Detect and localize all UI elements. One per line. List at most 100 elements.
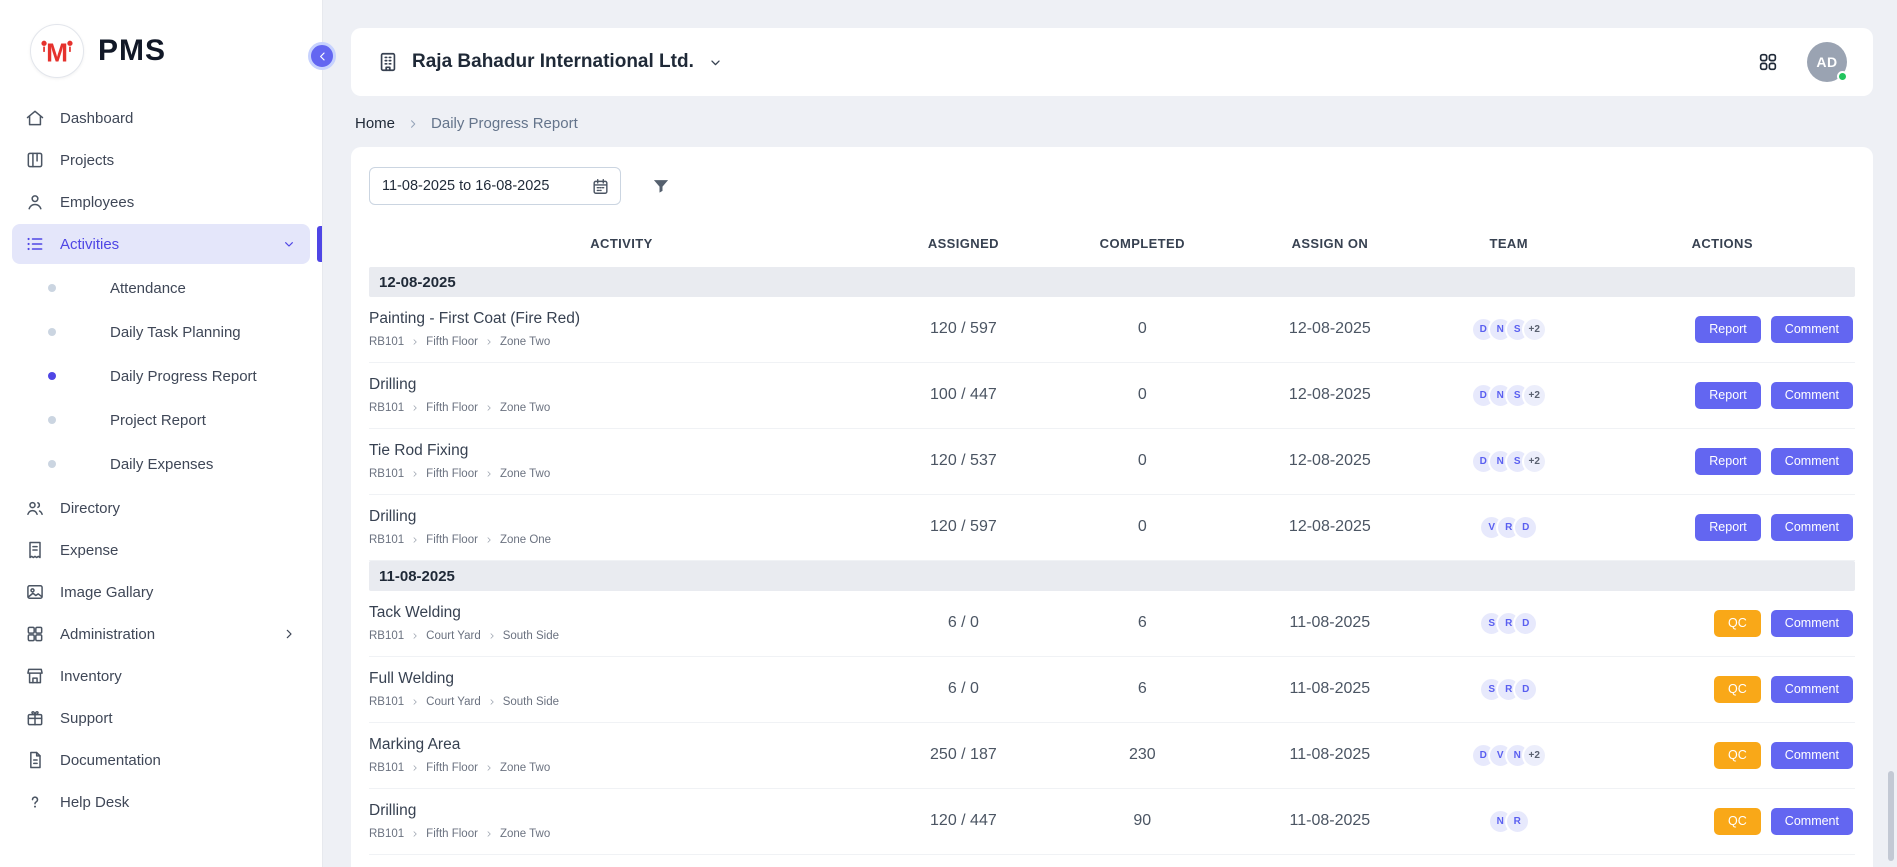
sidebar-item-support[interactable]: Support xyxy=(12,698,310,738)
building-icon xyxy=(377,51,399,73)
home-icon xyxy=(25,108,45,128)
sidebar-item-projects[interactable]: Projects xyxy=(12,140,310,180)
activity-cell: Marking AreaRB101Fifth FloorZone Two xyxy=(369,736,874,774)
sidebar-item-label: Expense xyxy=(60,542,118,559)
path-segment: Zone Two xyxy=(500,402,550,414)
team-member-avatar: D xyxy=(1513,611,1538,636)
assigned-value: 100 / 447 xyxy=(874,386,1053,404)
path-segment: South Side xyxy=(503,630,559,642)
chevron-right-icon xyxy=(410,631,420,641)
completed-value: 6 xyxy=(1053,614,1232,632)
path-segment: RB101 xyxy=(369,696,404,708)
sidebar-subitem-attendance[interactable]: Attendance xyxy=(12,266,310,310)
comment-button[interactable]: Comment xyxy=(1771,316,1853,343)
chevron-right-icon xyxy=(484,829,494,839)
sidebar-subitem-daily-expenses[interactable]: Daily Expenses xyxy=(12,442,310,486)
sidebar-item-image-gallary[interactable]: Image Gallary xyxy=(12,572,310,612)
chevron-right-icon xyxy=(281,626,297,642)
activity-row: Full WeldingRB101Court YardSouth Side6 /… xyxy=(369,657,1855,723)
sidebar-item-documentation[interactable]: Documentation xyxy=(12,740,310,780)
path-segment: RB101 xyxy=(369,534,404,546)
qc-button[interactable]: QC xyxy=(1714,808,1761,835)
comment-button[interactable]: Comment xyxy=(1771,382,1853,409)
activity-location-path: RB101Fifth FloorZone Two xyxy=(369,468,874,480)
column-header-activity: ACTIVITY xyxy=(369,236,874,251)
path-segment: Zone One xyxy=(500,534,551,546)
activity-cell: Tie Rod FixingRB101Fifth FloorZone Two xyxy=(369,442,874,480)
comment-button[interactable]: Comment xyxy=(1771,610,1853,637)
assign-on-value: 12-08-2025 xyxy=(1232,320,1428,338)
sidebar-item-expense[interactable]: Expense xyxy=(12,530,310,570)
comment-button[interactable]: Comment xyxy=(1771,514,1853,541)
activity-location-path: RB101 Fifth Floor Zone Two xyxy=(369,402,874,414)
table-body: 12-08-2025Painting - First Coat (Fire Re… xyxy=(369,267,1855,855)
sidebar: M PMS DashboardProjectsEmployeesActiviti… xyxy=(0,0,323,867)
chevron-right-icon xyxy=(410,763,420,773)
apps-grid-icon[interactable] xyxy=(1757,51,1779,73)
team-overflow-badge: +2 xyxy=(1522,743,1547,768)
path-segment: Fifth Floor xyxy=(426,402,478,414)
path-segment: Fifth Floor xyxy=(426,336,478,348)
sidebar-item-administration[interactable]: Administration xyxy=(12,614,310,654)
bullet-dot xyxy=(48,460,56,468)
content-card: ACTIVITYASSIGNEDCOMPLETEDASSIGN ONTEAMAC… xyxy=(351,147,1873,867)
row-actions: Report Comment xyxy=(1590,448,1855,475)
qc-button[interactable]: QC xyxy=(1714,742,1761,769)
calendar-icon[interactable] xyxy=(591,177,610,196)
app-name: PMS xyxy=(98,34,166,68)
path-segment: Fifth Floor xyxy=(426,762,478,774)
sidebar-subitem-project-report[interactable]: Project Report xyxy=(12,398,310,442)
bullet-dot xyxy=(48,372,56,380)
assign-on-value: 12-08-2025 xyxy=(1232,452,1428,470)
team-avatars: DVN+2 xyxy=(1428,743,1590,768)
sidebar-subitem-daily-task-planning[interactable]: Daily Task Planning xyxy=(12,310,310,354)
date-range-value[interactable] xyxy=(382,178,583,194)
report-button[interactable]: Report xyxy=(1695,382,1761,409)
breadcrumb-home[interactable]: Home xyxy=(355,115,395,132)
company-selector[interactable]: Raja Bahadur International Ltd. xyxy=(377,51,724,73)
report-button[interactable]: Report xyxy=(1695,448,1761,475)
activity-row: Painting - First Coat (Fire Red)RB101Fif… xyxy=(369,297,1855,363)
chevron-right-icon xyxy=(410,697,420,707)
sidebar-collapse-button[interactable] xyxy=(308,42,336,70)
activity-name: Drilling xyxy=(369,376,874,394)
chevron-right-icon xyxy=(487,631,497,641)
sidebar-item-inventory[interactable]: Inventory xyxy=(12,656,310,696)
activity-cell: Full WeldingRB101Court YardSouth Side xyxy=(369,670,874,708)
sidebar-subitem-label: Project Report xyxy=(110,412,206,429)
completed-value: 0 xyxy=(1053,452,1232,470)
report-button[interactable]: Report xyxy=(1695,316,1761,343)
avatar-initials: AD xyxy=(1816,54,1837,70)
comment-button[interactable]: Comment xyxy=(1771,808,1853,835)
activity-location-path: RB101Court YardSouth Side xyxy=(369,696,874,708)
path-segment: RB101 xyxy=(369,402,404,414)
sidebar-nav: DashboardProjectsEmployeesActivitiesAtte… xyxy=(0,98,322,822)
chevron-right-icon xyxy=(484,763,494,773)
activity-location-path: RB101 Fifth Floor Zone One xyxy=(369,534,874,546)
assigned-value: 6 / 0 xyxy=(874,614,1053,632)
report-button[interactable]: Report xyxy=(1695,514,1761,541)
comment-button[interactable]: Comment xyxy=(1771,448,1853,475)
sidebar-item-directory[interactable]: Directory xyxy=(12,488,310,528)
path-segment: Fifth Floor xyxy=(426,534,478,546)
date-range-input[interactable] xyxy=(369,167,621,205)
qc-button[interactable]: QC xyxy=(1714,610,1761,637)
filter-row xyxy=(369,167,1855,205)
row-actions: QC Comment xyxy=(1590,808,1855,835)
sidebar-item-dashboard[interactable]: Dashboard xyxy=(12,98,310,138)
comment-button[interactable]: Comment xyxy=(1771,742,1853,769)
team-member-avatar: D xyxy=(1513,677,1538,702)
active-indicator-bar xyxy=(317,226,322,262)
sidebar-item-activities[interactable]: Activities xyxy=(12,224,310,264)
sidebar-item-help-desk[interactable]: Help Desk xyxy=(12,782,310,822)
user-avatar[interactable]: AD xyxy=(1807,42,1847,82)
sidebar-subitem-daily-progress-report[interactable]: Daily Progress Report xyxy=(12,354,310,398)
filter-funnel-icon[interactable] xyxy=(651,176,671,196)
chevron-right-icon xyxy=(487,697,497,707)
team-overflow-badge: +2 xyxy=(1522,383,1547,408)
sidebar-item-employees[interactable]: Employees xyxy=(12,182,310,222)
vertical-scrollbar[interactable] xyxy=(1888,771,1894,861)
comment-button[interactable]: Comment xyxy=(1771,676,1853,703)
qc-button[interactable]: QC xyxy=(1714,676,1761,703)
completed-value: 6 xyxy=(1053,680,1232,698)
